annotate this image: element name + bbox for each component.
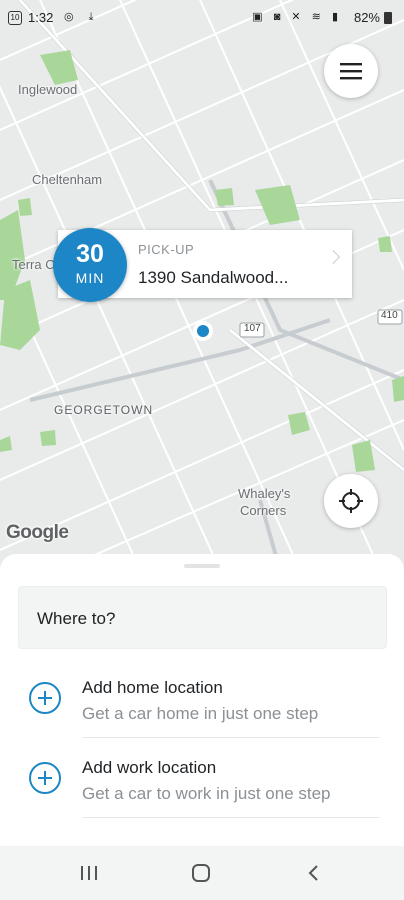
battery-icon <box>384 12 392 24</box>
battery-percent: 82% <box>353 10 380 25</box>
nav-back-icon <box>308 865 318 881</box>
plus-circle-icon <box>29 682 61 714</box>
add-work-subtitle: Get a car to work in just one step <box>82 784 331 803</box>
nav-back-button[interactable] <box>302 864 326 882</box>
add-work-location-item[interactable]: Add work location Get a car to work in j… <box>0 738 404 818</box>
nav-home-button[interactable] <box>189 864 213 882</box>
map-label-whaleys: Whaley's <box>238 486 291 501</box>
plus-circle-icon <box>29 762 61 794</box>
menu-button[interactable] <box>324 44 378 98</box>
menu-icon <box>340 63 362 80</box>
divider <box>82 817 380 818</box>
nav-recents-button[interactable] <box>77 864 101 882</box>
map-label-terra-cotta: Terra C <box>12 257 55 272</box>
pickup-address: 1390 Sandalwood... <box>138 268 289 287</box>
nav-home-icon <box>192 864 210 882</box>
chevron-right-icon <box>325 249 341 265</box>
add-work-title: Add work location <box>82 758 217 777</box>
status-system-icons: ▣ ◙ ✕ ≋ ▮ <box>252 11 342 23</box>
location-pin <box>197 325 209 337</box>
destination-search-field[interactable]: Where to? <box>18 586 387 649</box>
map-label-inglewood: Inglewood <box>18 82 78 97</box>
map-label-corners: Corners <box>240 503 287 518</box>
add-home-subtitle: Get a car home in just one step <box>82 704 319 723</box>
status-time: 1:32 <box>28 10 54 25</box>
add-home-title: Add home location <box>82 678 223 697</box>
status-bar: 10 1:32 ◎ ⤓ ▣ ◙ ✕ ≋ ▮ 82% <box>0 0 404 36</box>
eta-unit: MIN <box>75 270 105 286</box>
eta-badge: 30 MIN <box>53 228 127 302</box>
map-label-cheltenham: Cheltenham <box>32 172 103 187</box>
map-label-georgetown: GEORGETOWN <box>54 403 154 417</box>
pickup-kicker: PICK-UP <box>138 242 195 257</box>
add-home-location-item[interactable]: Add home location Get a car home in just… <box>0 658 404 738</box>
recenter-button[interactable] <box>324 474 378 528</box>
route-410-label: 410 <box>381 310 398 321</box>
destination-search-label: Where to? <box>37 609 116 628</box>
notification-badge-icon: 10 <box>8 11 22 25</box>
sheet-handle[interactable] <box>184 564 220 568</box>
google-attribution: Google <box>6 522 69 543</box>
nav-recents-icon <box>81 866 97 880</box>
eta-number: 30 <box>76 240 104 268</box>
bottom-sheet: Where to? Add home location Get a car ho… <box>0 554 404 846</box>
status-notification-icons: ◎ ⤓ <box>64 11 100 23</box>
crosshair-icon <box>339 489 363 513</box>
route-107-label: 107 <box>244 323 261 334</box>
system-nav-bar <box>0 846 404 900</box>
